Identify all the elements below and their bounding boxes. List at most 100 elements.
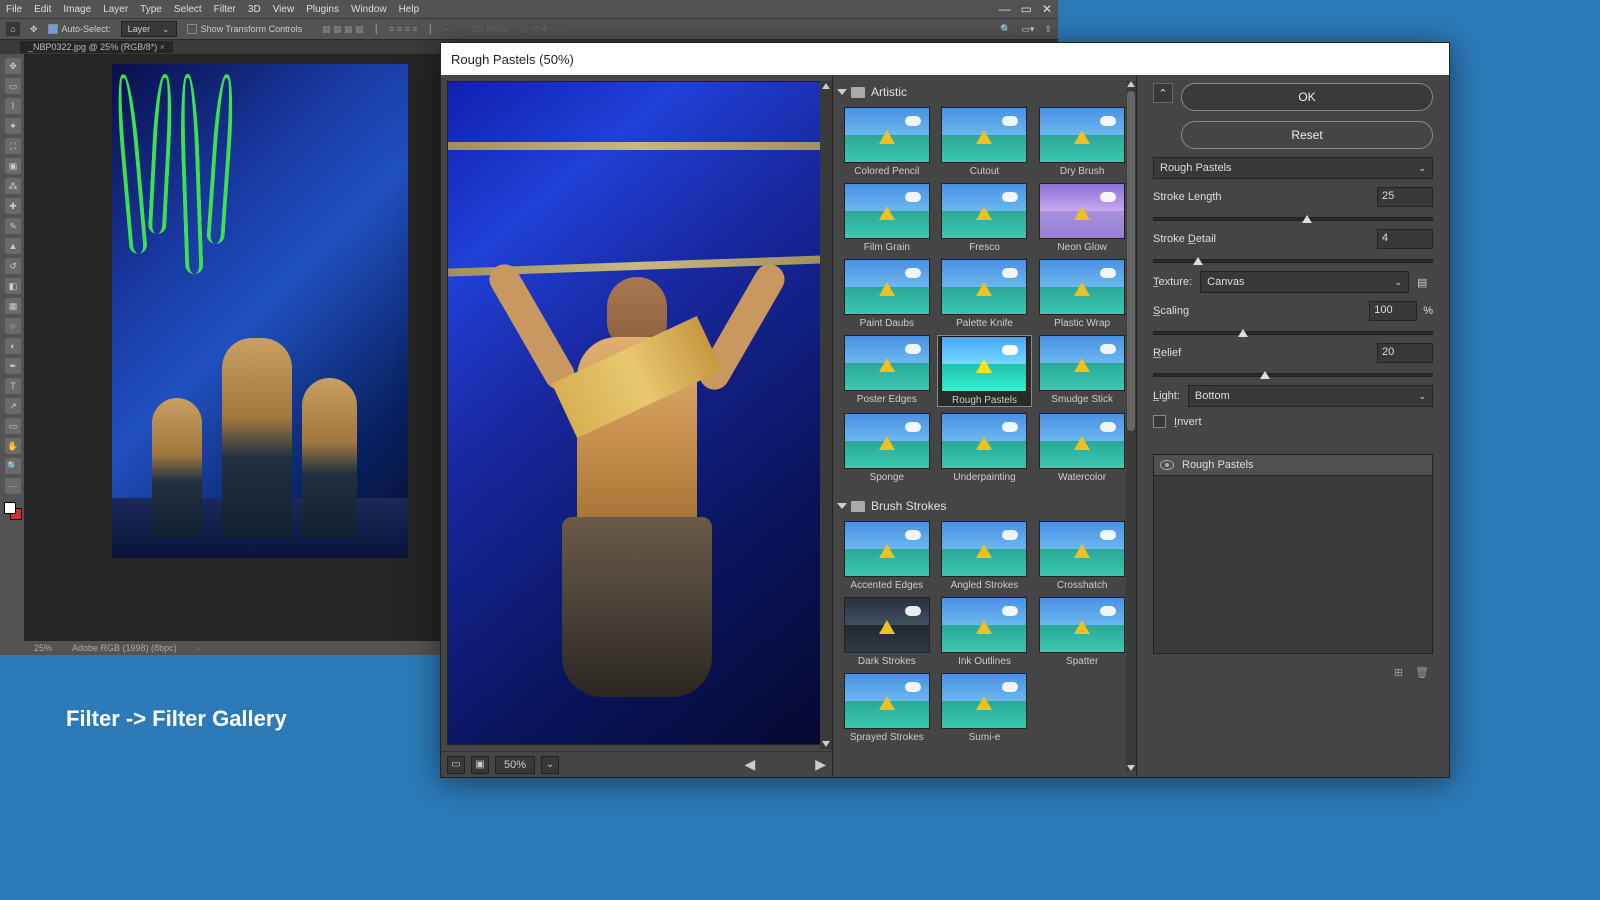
filter-dropdown[interactable]: Rough Pastels⌄ bbox=[1153, 157, 1433, 179]
lasso-tool[interactable]: ⌇ bbox=[5, 98, 21, 114]
menu-select[interactable]: Select bbox=[174, 4, 202, 15]
layer-dropdown[interactable]: Layer⌄ bbox=[121, 21, 177, 37]
relief-input[interactable]: 20 bbox=[1377, 343, 1433, 363]
filter-thumb-sponge[interactable]: Sponge bbox=[839, 413, 935, 483]
category-brush-strokes[interactable]: Brush Strokes bbox=[837, 495, 1132, 517]
zoom-level[interactable]: 50% bbox=[495, 756, 535, 774]
home-icon[interactable]: ⌂ bbox=[6, 22, 20, 36]
brush-tool[interactable]: ✎ bbox=[5, 218, 21, 234]
marquee-tool[interactable]: ▭ bbox=[5, 78, 21, 94]
color-swatch[interactable] bbox=[4, 502, 22, 520]
stamp-tool[interactable]: ▲ bbox=[5, 238, 21, 254]
category-artistic[interactable]: Artistic bbox=[837, 81, 1132, 103]
zoom-tool[interactable]: 🔍 bbox=[5, 458, 21, 474]
relief-slider[interactable] bbox=[1153, 373, 1433, 377]
visibility-icon[interactable] bbox=[1160, 460, 1174, 470]
crop-tool[interactable]: ⛶ bbox=[5, 138, 21, 154]
new-effect-icon[interactable]: ⊞ bbox=[1394, 666, 1403, 679]
filter-thumb-ink-outlines[interactable]: Ink Outlines bbox=[937, 597, 1033, 667]
invert-checkbox[interactable] bbox=[1153, 415, 1166, 428]
showtc-checkbox[interactable] bbox=[187, 24, 197, 34]
texture-dropdown[interactable]: Canvas⌄ bbox=[1200, 271, 1409, 293]
autoselect-checkbox[interactable] bbox=[48, 24, 58, 34]
filter-list-scrollbar[interactable] bbox=[1126, 81, 1136, 771]
zoom-out-icon[interactable]: ▭ bbox=[447, 756, 465, 774]
close-icon[interactable]: ✕ bbox=[1042, 2, 1052, 16]
minimize-icon[interactable]: — bbox=[999, 2, 1011, 16]
eraser-tool[interactable]: ◧ bbox=[5, 278, 21, 294]
stroke-length-input[interactable]: 25 bbox=[1377, 187, 1433, 207]
filter-thumb-cutout[interactable]: Cutout bbox=[937, 107, 1033, 177]
scaling-input[interactable]: 100 bbox=[1369, 301, 1417, 321]
menu-filter[interactable]: Filter bbox=[214, 4, 236, 15]
shape-tool[interactable]: ▭ bbox=[5, 418, 21, 434]
edit-toolbar[interactable]: ⋯ bbox=[5, 478, 21, 494]
hand-tool[interactable]: ✋ bbox=[5, 438, 21, 454]
menu-file[interactable]: File bbox=[6, 4, 22, 15]
eyedrop-tool[interactable]: ⁂ bbox=[5, 178, 21, 194]
move-tool[interactable]: ✥ bbox=[5, 58, 21, 74]
filter-thumb-sprayed-strokes[interactable]: Sprayed Strokes bbox=[839, 673, 935, 743]
filter-thumb-accented-edges[interactable]: Accented Edges bbox=[839, 521, 935, 591]
frame-tool[interactable]: ▣ bbox=[5, 158, 21, 174]
menu-type[interactable]: Type bbox=[140, 4, 162, 15]
menu-help[interactable]: Help bbox=[399, 4, 420, 15]
effect-layer[interactable]: Rough Pastels bbox=[1154, 455, 1432, 476]
filter-thumb-plastic-wrap[interactable]: Plastic Wrap bbox=[1034, 259, 1130, 329]
tab-close-icon[interactable]: × bbox=[160, 42, 165, 52]
filter-thumb-dry-brush[interactable]: Dry Brush bbox=[1034, 107, 1130, 177]
wand-tool[interactable]: ✦ bbox=[5, 118, 21, 134]
blur-tool[interactable]: ○ bbox=[5, 318, 21, 334]
menu-layer[interactable]: Layer bbox=[103, 4, 128, 15]
stroke-detail-slider[interactable] bbox=[1153, 259, 1433, 263]
menu-window[interactable]: Window bbox=[351, 4, 387, 15]
filter-thumb-paint-daubs[interactable]: Paint Daubs bbox=[839, 259, 935, 329]
texture-menu-icon[interactable]: ▤ bbox=[1417, 276, 1433, 289]
filter-thumb-smudge-stick[interactable]: Smudge Stick bbox=[1034, 335, 1130, 407]
prev-icon[interactable]: ◀ bbox=[744, 756, 755, 773]
filter-thumb-crosshatch[interactable]: Crosshatch bbox=[1034, 521, 1130, 591]
move-tool-icon[interactable]: ✥ bbox=[30, 24, 38, 35]
filter-thumb-underpainting[interactable]: Underpainting bbox=[937, 413, 1033, 483]
stroke-length-slider[interactable] bbox=[1153, 217, 1433, 221]
pen-tool[interactable]: ✒ bbox=[5, 358, 21, 374]
menu-edit[interactable]: Edit bbox=[34, 4, 51, 15]
workspace-icon[interactable]: ▭▾ bbox=[1021, 24, 1034, 35]
path-tool[interactable]: ↗ bbox=[5, 398, 21, 414]
share-icon[interactable]: ⇪ bbox=[1044, 24, 1052, 35]
ok-button[interactable]: OK bbox=[1181, 83, 1433, 111]
type-tool[interactable]: T bbox=[5, 378, 21, 394]
filter-thumb-neon-glow[interactable]: Neon Glow bbox=[1034, 183, 1130, 253]
filter-thumb-fresco[interactable]: Fresco bbox=[937, 183, 1033, 253]
menu-3d[interactable]: 3D bbox=[248, 4, 261, 15]
filter-thumb-rough-pastels[interactable]: Rough Pastels bbox=[937, 335, 1033, 407]
filter-thumb-dark-strokes[interactable]: Dark Strokes bbox=[839, 597, 935, 667]
menu-view[interactable]: View bbox=[273, 4, 295, 15]
stroke-detail-input[interactable]: 4 bbox=[1377, 229, 1433, 249]
heal-tool[interactable]: ✚ bbox=[5, 198, 21, 214]
expand-icon[interactable]: ⌃ bbox=[1153, 83, 1173, 103]
light-dropdown[interactable]: Bottom⌄ bbox=[1188, 385, 1433, 407]
filter-thumb-angled-strokes[interactable]: Angled Strokes bbox=[937, 521, 1033, 591]
menu-plugins[interactable]: Plugins bbox=[306, 4, 339, 15]
scaling-slider[interactable] bbox=[1153, 331, 1433, 335]
menu-image[interactable]: Image bbox=[63, 4, 91, 15]
filter-thumb-watercolor[interactable]: Watercolor bbox=[1034, 413, 1130, 483]
delete-effect-icon[interactable]: 🗑 bbox=[1415, 666, 1429, 679]
status-zoom[interactable]: 25% bbox=[34, 643, 52, 653]
filter-thumb-spatter[interactable]: Spatter bbox=[1034, 597, 1130, 667]
zoom-dropdown-icon[interactable]: ⌄ bbox=[541, 756, 559, 774]
filter-thumb-film-grain[interactable]: Film Grain bbox=[839, 183, 935, 253]
preview-vscroll[interactable] bbox=[820, 81, 832, 749]
dodge-tool[interactable]: ◐ bbox=[5, 338, 21, 354]
filter-thumb-sumi-e[interactable]: Sumi-e bbox=[937, 673, 1033, 743]
status-profile[interactable]: Adobe RGB (1998) (8bpc) bbox=[72, 643, 177, 653]
filter-thumb-poster-edges[interactable]: Poster Edges bbox=[839, 335, 935, 407]
next-icon[interactable]: ▶ bbox=[815, 756, 826, 773]
preview-image[interactable] bbox=[447, 81, 826, 745]
document-tab[interactable]: _NBP0322.jpg @ 25% (RGB/8*) × bbox=[20, 41, 173, 53]
reset-button[interactable]: Reset bbox=[1181, 121, 1433, 149]
gradient-tool[interactable]: ▦ bbox=[5, 298, 21, 314]
history-tool[interactable]: ↺ bbox=[5, 258, 21, 274]
filter-thumb-colored-pencil[interactable]: Colored Pencil bbox=[839, 107, 935, 177]
